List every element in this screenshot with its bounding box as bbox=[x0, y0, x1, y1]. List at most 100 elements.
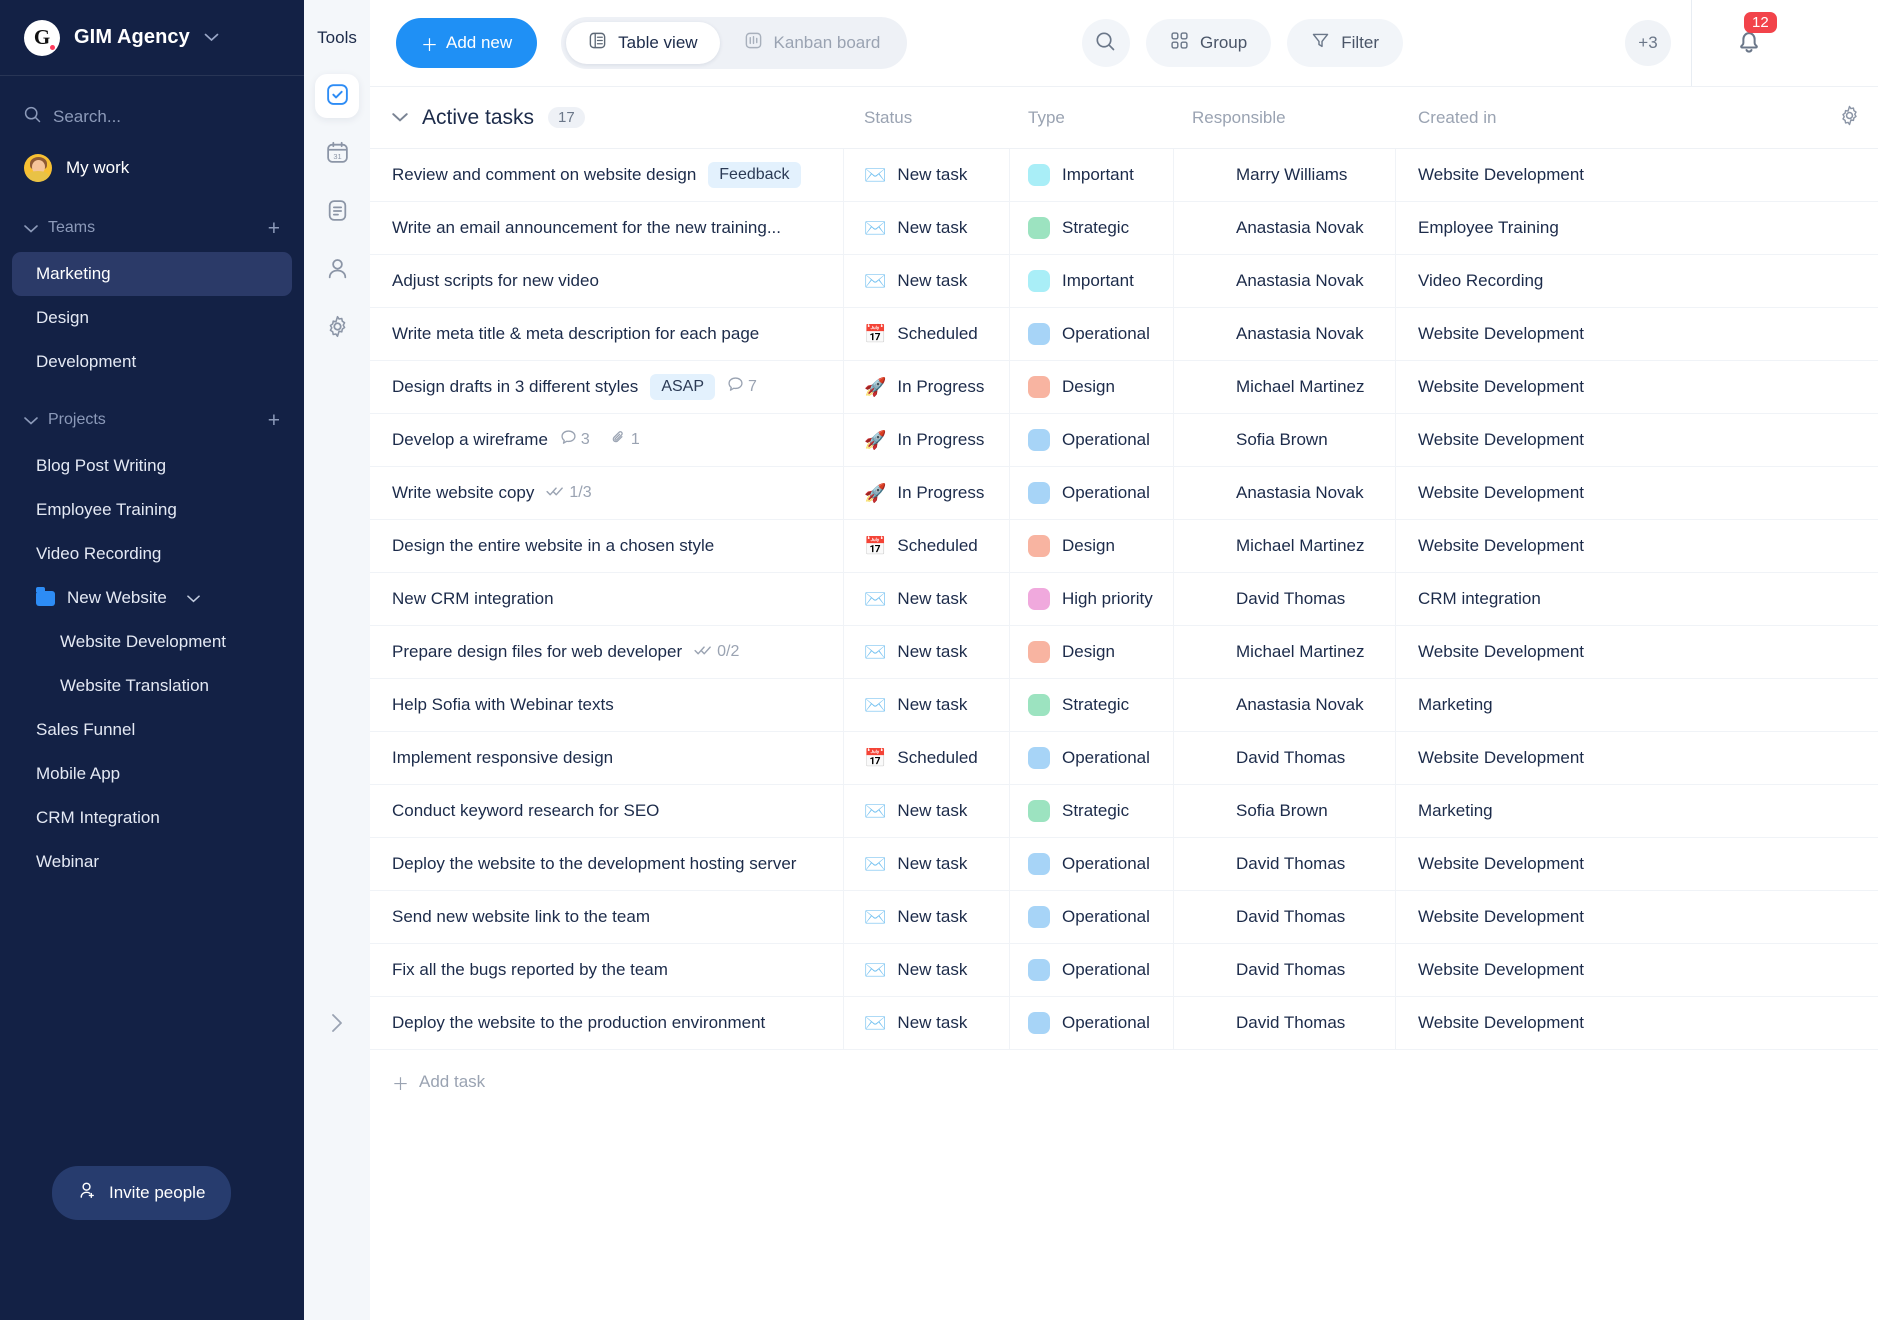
chevron-down-icon[interactable] bbox=[392, 109, 408, 126]
task-name-cell[interactable]: Write an email announcement for the new … bbox=[370, 202, 844, 254]
task-created-in-cell[interactable]: Marketing bbox=[1396, 785, 1878, 837]
workspace-switcher[interactable]: G GIM Agency bbox=[0, 0, 304, 76]
task-created-in-cell[interactable]: Website Development bbox=[1396, 944, 1878, 996]
task-name-cell[interactable]: Adjust scripts for new video bbox=[370, 255, 844, 307]
task-created-in-cell[interactable]: Website Development bbox=[1396, 361, 1878, 413]
member-avatars[interactable]: +3 bbox=[1425, 20, 1671, 66]
task-tag[interactable]: Feedback bbox=[708, 162, 801, 188]
sidebar-item-mobile-app[interactable]: Mobile App bbox=[12, 752, 292, 796]
tool-calendar-button[interactable]: 31 bbox=[315, 132, 359, 176]
add-new-button[interactable]: ＋ Add new bbox=[396, 18, 538, 68]
invite-people-button[interactable]: Invite people bbox=[52, 1166, 232, 1220]
task-status-cell[interactable]: 🚀 In Progress bbox=[844, 361, 1010, 413]
task-type-cell[interactable]: Design bbox=[1010, 626, 1174, 678]
task-created-in-cell[interactable]: CRM integration bbox=[1396, 573, 1878, 625]
sidebar-item-website-development[interactable]: Website Development bbox=[12, 620, 292, 664]
task-responsible-cell[interactable]: Anastasia Novak bbox=[1174, 679, 1396, 731]
column-header-status[interactable]: Status bbox=[844, 108, 1010, 128]
task-type-cell[interactable]: Operational bbox=[1010, 308, 1174, 360]
task-name-cell[interactable]: Review and comment on website design Fee… bbox=[370, 149, 844, 201]
table-row[interactable]: Conduct keyword research for SEO ✉️ New … bbox=[370, 785, 1878, 838]
task-name-cell[interactable]: Design drafts in 3 different styles ASAP… bbox=[370, 361, 844, 413]
table-row[interactable]: Write meta title & meta description for … bbox=[370, 308, 1878, 361]
task-status-cell[interactable]: ✉️ New task bbox=[844, 149, 1010, 201]
task-type-cell[interactable]: Operational bbox=[1010, 891, 1174, 943]
task-name-cell[interactable]: Fix all the bugs reported by the team bbox=[370, 944, 844, 996]
task-type-cell[interactable]: Strategic bbox=[1010, 785, 1174, 837]
task-type-cell[interactable]: Operational bbox=[1010, 944, 1174, 996]
task-name-cell[interactable]: Send new website link to the team bbox=[370, 891, 844, 943]
table-row[interactable]: Help Sofia with Webinar texts ✉️ New tas… bbox=[370, 679, 1878, 732]
task-name-cell[interactable]: Write website copy 1/3 bbox=[370, 467, 844, 519]
task-created-in-cell[interactable]: Website Development bbox=[1396, 838, 1878, 890]
task-type-cell[interactable]: Operational bbox=[1010, 997, 1174, 1049]
task-status-cell[interactable]: 📅 Scheduled bbox=[844, 520, 1010, 572]
sidebar-item-design[interactable]: Design bbox=[12, 296, 292, 340]
task-type-cell[interactable]: Operational bbox=[1010, 838, 1174, 890]
task-responsible-cell[interactable]: David Thomas bbox=[1174, 944, 1396, 996]
task-type-cell[interactable]: Operational bbox=[1010, 414, 1174, 466]
task-responsible-cell[interactable]: Anastasia Novak bbox=[1174, 202, 1396, 254]
sidebar-item-blog-post-writing[interactable]: Blog Post Writing bbox=[12, 444, 292, 488]
sidebar-item-crm-integration[interactable]: CRM Integration bbox=[12, 796, 292, 840]
tab-table-view[interactable]: Table view bbox=[566, 22, 720, 64]
task-responsible-cell[interactable]: Anastasia Novak bbox=[1174, 467, 1396, 519]
task-responsible-cell[interactable]: Anastasia Novak bbox=[1174, 308, 1396, 360]
table-row[interactable]: Deploy the website to the development ho… bbox=[370, 838, 1878, 891]
notifications-button[interactable]: 12 bbox=[1734, 11, 1777, 61]
members-overflow-badge[interactable]: +3 bbox=[1625, 20, 1671, 66]
task-status-cell[interactable]: 🚀 In Progress bbox=[844, 414, 1010, 466]
task-status-cell[interactable]: ✉️ New task bbox=[844, 944, 1010, 996]
column-header-created-in[interactable]: Created in bbox=[1396, 108, 1820, 128]
sidebar-item-sales-funnel[interactable]: Sales Funnel bbox=[12, 708, 292, 752]
table-row[interactable]: Deploy the website to the production env… bbox=[370, 997, 1878, 1050]
task-type-cell[interactable]: Important bbox=[1010, 255, 1174, 307]
task-type-cell[interactable]: Operational bbox=[1010, 467, 1174, 519]
task-name-cell[interactable]: Design the entire website in a chosen st… bbox=[370, 520, 844, 572]
sidebar-item-development[interactable]: Development bbox=[12, 340, 292, 384]
task-name-cell[interactable]: Conduct keyword research for SEO bbox=[370, 785, 844, 837]
task-responsible-cell[interactable]: Sofia Brown bbox=[1174, 785, 1396, 837]
task-type-cell[interactable]: Operational bbox=[1010, 732, 1174, 784]
table-row[interactable]: Write website copy 1/3 🚀 In Progress Ope… bbox=[370, 467, 1878, 520]
projects-group-header[interactable]: Projects + bbox=[0, 396, 304, 444]
expand-rail-button[interactable] bbox=[329, 1012, 345, 1040]
task-type-cell[interactable]: Design bbox=[1010, 520, 1174, 572]
table-row[interactable]: Write an email announcement for the new … bbox=[370, 202, 1878, 255]
search-button[interactable] bbox=[1081, 19, 1130, 67]
task-created-in-cell[interactable]: Employee Training bbox=[1396, 202, 1878, 254]
task-created-in-cell[interactable]: Website Development bbox=[1396, 732, 1878, 784]
task-created-in-cell[interactable]: Website Development bbox=[1396, 997, 1878, 1049]
sidebar-item-marketing[interactable]: Marketing bbox=[12, 252, 292, 296]
task-name-cell[interactable]: Develop a wireframe 3 1 bbox=[370, 414, 844, 466]
task-responsible-cell[interactable]: David Thomas bbox=[1174, 891, 1396, 943]
task-created-in-cell[interactable]: Video Recording bbox=[1396, 255, 1878, 307]
sidebar-item-my-work[interactable]: My work bbox=[0, 144, 304, 192]
task-type-cell[interactable]: Important bbox=[1010, 149, 1174, 201]
task-created-in-cell[interactable]: Website Development bbox=[1396, 891, 1878, 943]
sidebar-item-video-recording[interactable]: Video Recording bbox=[12, 532, 292, 576]
task-created-in-cell[interactable]: Website Development bbox=[1396, 467, 1878, 519]
task-status-cell[interactable]: ✉️ New task bbox=[844, 838, 1010, 890]
task-responsible-cell[interactable]: Michael Martinez bbox=[1174, 361, 1396, 413]
task-responsible-cell[interactable]: David Thomas bbox=[1174, 997, 1396, 1049]
table-row[interactable]: Implement responsive design 📅 Scheduled … bbox=[370, 732, 1878, 785]
column-header-responsible[interactable]: Responsible bbox=[1174, 108, 1396, 128]
task-type-cell[interactable]: High priority bbox=[1010, 573, 1174, 625]
sidebar-item-webinar[interactable]: Webinar bbox=[12, 840, 292, 884]
table-row[interactable]: Design drafts in 3 different styles ASAP… bbox=[370, 361, 1878, 414]
task-status-cell[interactable]: 🚀 In Progress bbox=[844, 467, 1010, 519]
task-name-cell[interactable]: New CRM integration bbox=[370, 573, 844, 625]
tab-kanban-board[interactable]: Kanban board bbox=[722, 22, 903, 64]
task-responsible-cell[interactable]: Anastasia Novak bbox=[1174, 255, 1396, 307]
table-row[interactable]: Prepare design files for web developer 0… bbox=[370, 626, 1878, 679]
task-responsible-cell[interactable]: Michael Martinez bbox=[1174, 520, 1396, 572]
task-status-cell[interactable]: ✉️ New task bbox=[844, 255, 1010, 307]
table-row[interactable]: Adjust scripts for new video ✉️ New task… bbox=[370, 255, 1878, 308]
task-status-cell[interactable]: ✉️ New task bbox=[844, 997, 1010, 1049]
sidebar-item-new-website[interactable]: New Website bbox=[12, 576, 292, 620]
task-responsible-cell[interactable]: Marry Williams bbox=[1174, 149, 1396, 201]
task-tag[interactable]: ASAP bbox=[650, 374, 715, 400]
sidebar-item-website-translation[interactable]: Website Translation bbox=[12, 664, 292, 708]
task-status-cell[interactable]: 📅 Scheduled bbox=[844, 732, 1010, 784]
